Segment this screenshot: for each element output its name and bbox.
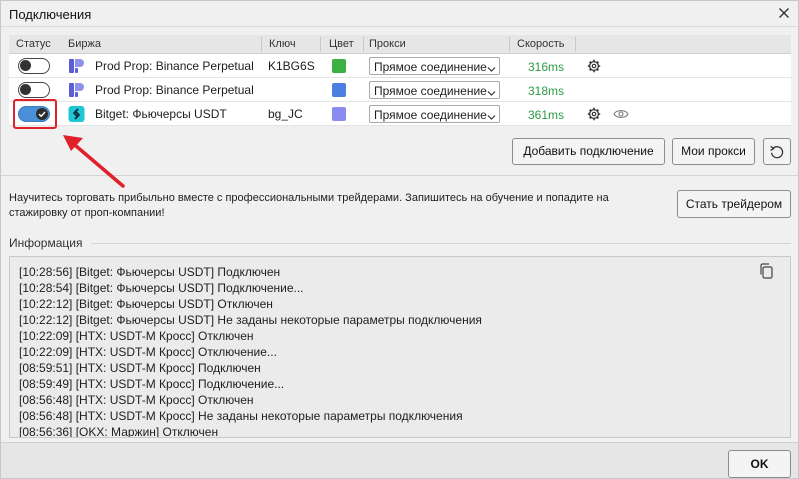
header-color: Цвет (329, 38, 354, 50)
chevron-down-icon (487, 86, 496, 96)
divider (91, 243, 791, 244)
header-speed: Скорость (517, 38, 565, 50)
connections-dialog: Подключения Статус Биржа Ключ Цвет Прокс… (0, 0, 799, 479)
exchange-name: Prod Prop: Binance Perpetual (95, 83, 254, 97)
proxy-value: Прямое соединение (374, 108, 487, 122)
bitget-icon (68, 106, 85, 122)
promo-text: Научитесь торговать прибыльно вместе с п… (9, 192, 609, 219)
copy-icon[interactable] (758, 263, 774, 279)
chevron-down-icon (487, 62, 496, 72)
log-line: [08:56:36] [OKX: Маржин] Отключен (19, 425, 219, 438)
exchange-name: Bitget: Фьючерсы USDT (95, 107, 227, 121)
chevron-down-icon (487, 110, 496, 120)
gear-icon[interactable] (587, 59, 601, 73)
color-swatch[interactable] (332, 59, 346, 73)
status-toggle[interactable] (18, 106, 50, 122)
gear-icon[interactable] (587, 107, 601, 121)
proxy-select[interactable]: Прямое соединение (369, 57, 500, 75)
proxy-value: Прямое соединение (374, 60, 487, 74)
log-line: [10:22:09] [HTX: USDT-M Кросс] Отключени… (19, 345, 277, 359)
latency-value: 318ms (528, 84, 565, 98)
column-separator (575, 37, 576, 52)
add-connection-button[interactable]: Добавить подключение (512, 138, 665, 165)
toggle-knob (36, 107, 48, 120)
prop-icon (68, 58, 85, 74)
log-line: [10:22:12] [Bitget: Фьючерсы USDT] Не за… (19, 313, 482, 327)
title-bar: Подключения (1, 1, 798, 27)
ok-button[interactable]: OK (728, 450, 791, 478)
header-exchange: Биржа (68, 38, 101, 50)
color-swatch[interactable] (332, 107, 346, 121)
column-separator (509, 37, 510, 52)
log-line: [10:28:56] [Bitget: Фьючерсы USDT] Подкл… (19, 265, 281, 279)
close-icon[interactable] (776, 5, 792, 21)
proxy-value: Прямое соединение (374, 84, 487, 98)
log-line: [08:59:49] [HTX: USDT-M Кросс] Подключен… (19, 377, 285, 391)
latency-value: 316ms (528, 60, 565, 74)
log-line: [10:28:54] [Bitget: Фьючерсы USDT] Подкл… (19, 281, 304, 295)
log-lines: [10:28:56] [Bitget: Фьючерсы USDT] Подкл… (19, 264, 482, 438)
my-proxies-button[interactable]: Мои прокси (672, 138, 755, 165)
refresh-icon (770, 145, 784, 159)
column-separator (320, 37, 321, 52)
log-line: [08:56:48] [HTX: USDT-M Кросс] Не заданы… (19, 409, 463, 423)
table-row[interactable]: Bitget: Фьючерсы USDT bg_JC Прямое соеди… (9, 99, 791, 129)
log-line: [08:59:51] [HTX: USDT-M Кросс] Подключен (19, 361, 261, 375)
refresh-button[interactable] (763, 138, 791, 165)
become-trader-button[interactable]: Стать трейдером (677, 190, 791, 218)
prop-icon (68, 82, 85, 98)
exchange-name: Prod Prop: Binance Perpetual (95, 59, 254, 73)
column-separator (363, 37, 364, 52)
connections-table: Статус Биржа Ключ Цвет Прокси Скорость P… (9, 35, 791, 129)
toggle-knob (20, 60, 31, 71)
table-header: Статус Биржа Ключ Цвет Прокси Скорость (9, 35, 791, 54)
proxy-select[interactable]: Прямое соединение (369, 81, 500, 99)
status-toggle[interactable] (18, 82, 50, 98)
status-toggle[interactable] (18, 58, 50, 74)
api-key: K1BG6S (268, 59, 315, 73)
latency-value: 361ms (528, 108, 565, 122)
divider (1, 175, 798, 176)
api-key: bg_JC (268, 107, 303, 121)
toggle-knob (20, 84, 31, 95)
info-log[interactable]: [10:28:56] [Bitget: Фьючерсы USDT] Подкл… (9, 256, 791, 438)
info-title: Информация (9, 236, 83, 250)
column-separator (261, 37, 262, 52)
header-proxy: Прокси (369, 38, 406, 50)
header-status: Статус (16, 38, 51, 50)
eye-icon[interactable] (613, 108, 629, 120)
table-row[interactable]: Prod Prop: Binance Perpetual K1BG6S Прям… (9, 54, 791, 78)
dialog-title: Подключения (9, 7, 92, 22)
log-line: [08:56:48] [HTX: USDT-M Кросс] Отключен (19, 393, 254, 407)
header-key: Ключ (269, 38, 296, 50)
proxy-select[interactable]: Прямое соединение (369, 105, 500, 123)
dialog-footer: OK (1, 442, 798, 478)
table-row[interactable]: Prod Prop: Binance Perpetual Прямое соед… (9, 78, 791, 102)
color-swatch[interactable] (332, 83, 346, 97)
log-line: [10:22:09] [HTX: USDT-M Кросс] Отключен (19, 329, 254, 343)
log-line: [10:22:12] [Bitget: Фьючерсы USDT] Отклю… (19, 297, 273, 311)
